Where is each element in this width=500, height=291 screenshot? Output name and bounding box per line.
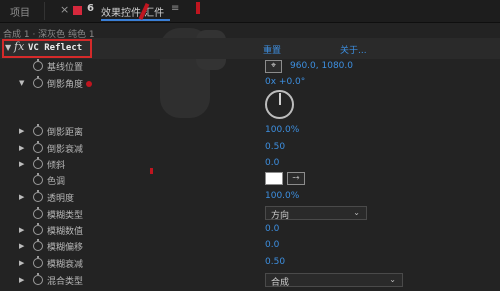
property-row: ▶ 倒影距离 100.0% [0,123,500,140]
triangle-right-icon[interactable]: ▶ [19,276,24,284]
stopwatch-icon[interactable] [33,239,43,251]
stopwatch-icon[interactable] [33,256,43,268]
property-row: 色调 [0,172,500,189]
stopwatch-icon[interactable] [33,59,43,71]
property-value[interactable]: 100.0% [265,191,299,201]
tab-project[interactable]: 项目 [10,4,30,19]
property-label: 倒影角度 [47,80,84,90]
property-label: 模糊类型 [47,211,84,221]
property-row: ▶ 模糊偏移 0.0 [0,238,500,255]
property-label: 模糊偏移 [47,243,84,253]
effect-name: VC Reflect [28,43,83,53]
fx-toggle-icon[interactable]: fx [14,40,24,53]
property-label: 基线位置 [47,63,84,73]
panel-tab-bar: 项目 × 6 效果控件 汇件 ≡ [0,0,500,23]
property-row: ▶ 倒影衰减 0.50 [0,140,500,157]
about-link[interactable]: 关于... [340,43,367,56]
property-label: 倾斜 [47,161,66,171]
property-label: 模糊衰减 [47,260,84,270]
dropdown-value: 合成 [271,278,290,288]
property-row: ▶ 倾斜 0.0 [0,156,500,173]
property-label: 透明度 [47,194,75,204]
stopwatch-icon[interactable] [33,173,43,185]
property-row: ▶ 混合类型 [0,272,500,289]
property-value[interactable]: 0.0 [265,240,279,250]
property-label: 倒影衰减 [47,145,84,155]
property-row: ▶ 透明度 100.0% [0,189,500,206]
triangle-right-icon[interactable]: ▶ [19,127,24,135]
property-label: 混合类型 [47,277,84,287]
chevron-down-icon: ⌄ [353,208,360,217]
property-row: 基线位置 [0,58,500,75]
crosshair-icon[interactable]: ⌖ [265,60,282,73]
stopwatch-icon[interactable] [33,207,43,219]
triangle-right-icon[interactable]: ▶ [19,242,24,250]
close-tab-icon[interactable]: × [60,3,69,16]
lock-icon[interactable]: 6 [87,3,94,14]
stopwatch-icon[interactable] [33,141,43,153]
property-label: 模糊数值 [47,227,84,237]
triangle-right-icon[interactable]: ▶ [19,144,24,152]
eyedropper-icon[interactable]: ⤑ [287,172,305,185]
angle-dial-hand [279,93,281,105]
panel-menu-icon[interactable]: ≡ [171,3,179,14]
dropdown-value: 方向 [271,211,290,221]
active-tab-indicator [101,19,170,21]
property-label: 色调 [47,177,66,187]
angle-dial[interactable] [265,90,294,119]
chevron-down-icon: ⌄ [389,275,396,284]
stopwatch-icon[interactable] [33,190,43,202]
property-value[interactable]: 0x +0.0° [265,77,305,87]
property-value[interactable]: 0.0 [265,224,279,234]
property-row: ▶ 模糊衰减 0.50 [0,255,500,272]
property-value[interactable]: 0.50 [265,257,285,267]
property-value[interactable]: 960.0, 1080.0 [290,61,353,71]
property-row: ▶ 模糊数值 0.0 [0,222,500,239]
layer-color-icon [73,6,82,15]
tab-effect-controls[interactable]: 效果控件 汇件 [101,4,164,19]
triangle-right-icon[interactable]: ▶ [19,259,24,267]
blend-type-dropdown[interactable]: 合成 ⌄ [265,273,403,288]
property-row: ▼ 倒影角度 0x +0.0° [0,75,500,92]
triangle-right-icon[interactable]: ▶ [19,226,24,234]
triangle-right-icon[interactable]: ▶ [19,193,24,201]
property-row: 模糊类型 [0,206,500,223]
property-value[interactable]: 0.50 [265,142,285,152]
reset-link[interactable]: 重置 [263,43,281,56]
property-label: 倒影距离 [47,128,84,138]
stopwatch-icon[interactable] [33,76,43,88]
stopwatch-icon[interactable] [33,223,43,235]
triangle-down-icon[interactable]: ▼ [5,43,11,52]
tab-divider [44,2,45,20]
triangle-right-icon[interactable]: ▶ [19,160,24,168]
stopwatch-icon[interactable] [33,157,43,169]
blur-type-dropdown[interactable]: 方向 ⌄ [265,206,367,221]
stopwatch-icon[interactable] [33,273,43,285]
triangle-down-icon[interactable]: ▼ [19,79,24,87]
property-value[interactable]: 0.0 [265,158,279,168]
stopwatch-icon[interactable] [33,124,43,136]
annotation-scribble [196,2,200,14]
tint-color-swatch[interactable] [265,172,283,185]
property-value[interactable]: 100.0% [265,125,299,135]
